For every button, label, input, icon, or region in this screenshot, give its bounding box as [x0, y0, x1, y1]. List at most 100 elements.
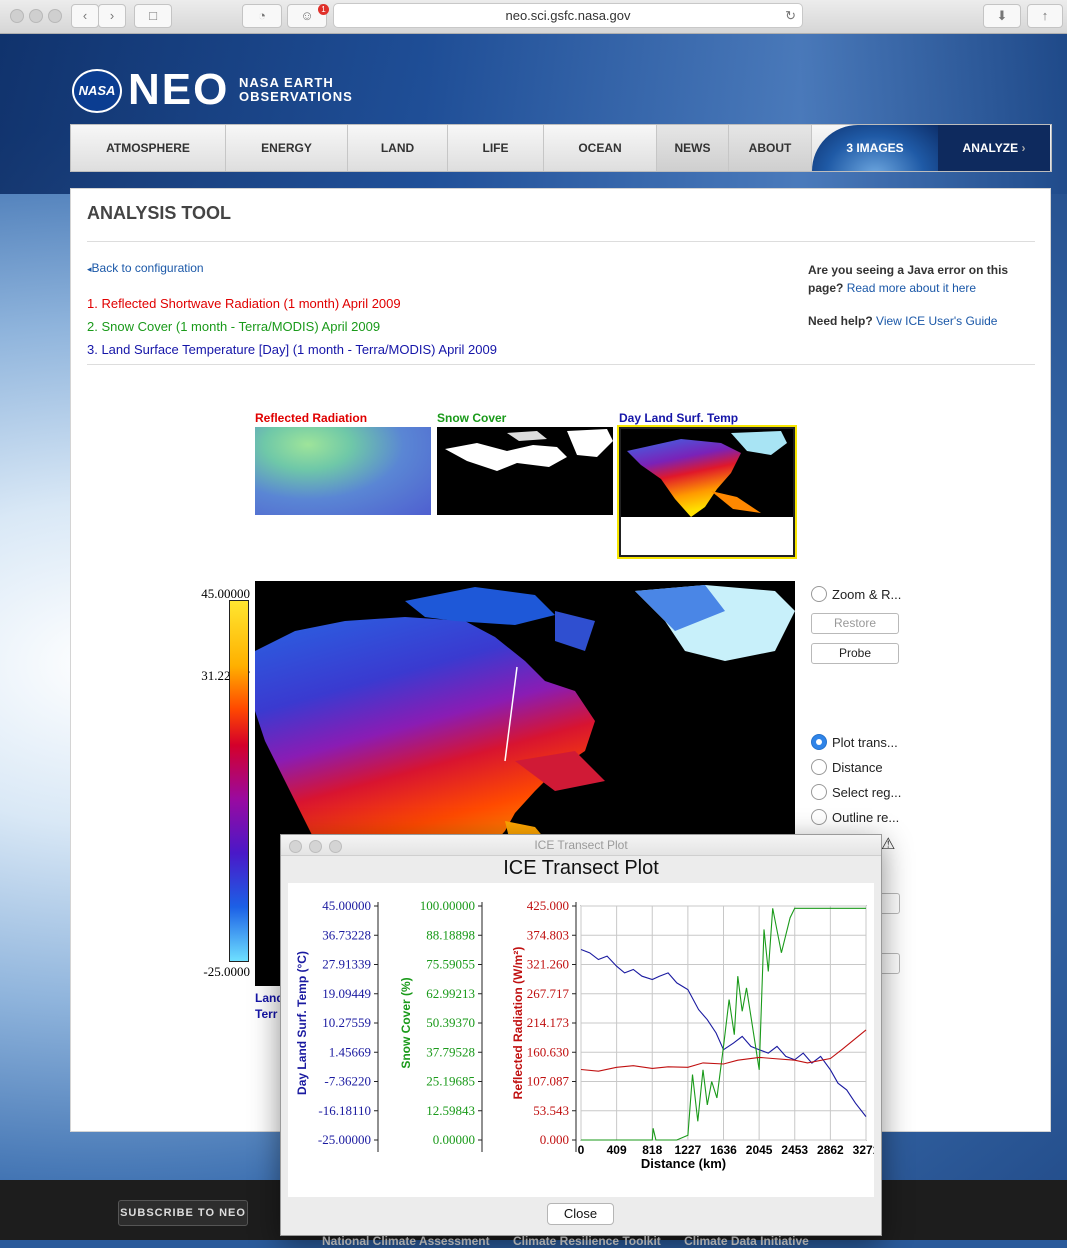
- select-region-radio[interactable]: [811, 784, 827, 800]
- dialog-window-title: ICE Transect Plot: [534, 838, 628, 852]
- share-icon[interactable]: ↑: [1027, 4, 1063, 28]
- x-tick-label: 2862: [817, 1143, 844, 1157]
- window-close-dot[interactable]: [10, 9, 24, 23]
- downloads-icon[interactable]: ⬇: [983, 4, 1021, 28]
- nav-land[interactable]: LAND: [348, 125, 448, 171]
- distance-radio[interactable]: [811, 759, 827, 775]
- transect-chart: 0 409 818 1227 1636 2045 2453 2862 3271 Distance …: [295, 898, 880, 1171]
- transect-plot-dialog: ICE Transect Plot ICE Transect Plot 0 409…: [280, 834, 882, 1236]
- temp-tick-label: -25.00000: [318, 1132, 371, 1147]
- temp-tick-label: 1.45669: [329, 1044, 371, 1059]
- tagline-line2: OBSERVATIONS: [239, 89, 353, 104]
- window-minimize-dot[interactable]: [29, 9, 43, 23]
- thumb-temp-selected[interactable]: [617, 425, 797, 559]
- divider: [87, 364, 1035, 365]
- x-tick-label: 1636: [710, 1143, 737, 1157]
- snow-axis-label: Snow Cover (%): [399, 977, 413, 1068]
- tagline-line1: NASA EARTH: [239, 75, 334, 90]
- select-region-label: Select reg...: [832, 785, 902, 800]
- nav-about[interactable]: ABOUT: [729, 125, 812, 171]
- nav-news[interactable]: NEWS: [657, 125, 729, 171]
- dataset-1-label: 1. Reflected Shortwave Radiation (1 mont…: [87, 296, 401, 311]
- nav-ocean[interactable]: OCEAN: [544, 125, 657, 171]
- x-tick-label: 0: [578, 1143, 585, 1157]
- thumb-label-radiation: Reflected Radiation: [255, 411, 368, 425]
- x-axis-label: Distance (km): [641, 1156, 726, 1171]
- help-question: Need help?: [808, 314, 873, 328]
- radiation-tick-label: 425.000: [527, 898, 569, 913]
- zoom-label: Zoom & R...: [832, 587, 902, 602]
- close-button[interactable]: Close: [547, 1203, 614, 1225]
- neo-wordmark[interactable]: NEO: [128, 65, 229, 115]
- reload-icon[interactable]: ↻: [785, 4, 796, 27]
- radiation-tick-label: 267.717: [527, 986, 570, 1001]
- neo-tagline: NASA EARTH OBSERVATIONS: [239, 76, 369, 104]
- temp-tick-label: -7.36220: [324, 1074, 371, 1089]
- nav-images[interactable]: 3 IMAGES: [812, 125, 938, 171]
- footer-link-crt[interactable]: Climate Resilience Toolkit: [513, 1234, 661, 1248]
- radiation-tick-label: 321.260: [527, 957, 569, 972]
- notification-badge: 1: [318, 4, 329, 15]
- back-arrow-icon[interactable]: ‹: [71, 4, 99, 28]
- main-nav: ATMOSPHERE ENERGY LAND LIFE OCEAN NEWS A…: [70, 124, 1052, 172]
- radiation-tick-label: 160.630: [527, 1044, 569, 1059]
- snow-tick-label: 62.99213: [426, 986, 475, 1001]
- radiation-tick-label: 214.173: [527, 1015, 569, 1030]
- back-link-label: Back to configuration: [91, 261, 204, 275]
- radiation-tick-label: 53.543: [533, 1103, 569, 1118]
- dialog-close-dot[interactable]: [289, 840, 302, 853]
- outline-region-label: Outline re...: [832, 810, 900, 825]
- temp-tick-label: 36.73228: [322, 927, 371, 942]
- thumb-label-snow: Snow Cover: [437, 411, 507, 425]
- dialog-zoom-dot[interactable]: [329, 840, 342, 853]
- plot-transect-radio[interactable]: [811, 734, 827, 750]
- help-text: Need help? View ICE User's Guide: [808, 314, 997, 328]
- temp-tick-label: 19.09449: [322, 986, 371, 1001]
- outline-region-radio[interactable]: [811, 809, 827, 825]
- java-readmore-link[interactable]: Read more about it here: [847, 281, 976, 295]
- snow-tick-label: 37.79528: [426, 1044, 475, 1059]
- temp-tick-label: 10.27559: [322, 1015, 371, 1030]
- back-to-config-link[interactable]: ◂Back to configuration: [87, 261, 204, 275]
- radiation-tick-label: 374.803: [527, 927, 569, 942]
- restore-button[interactable]: Restore: [811, 613, 899, 634]
- color-scale-bar: [229, 600, 249, 962]
- nav-life[interactable]: LIFE: [448, 125, 544, 171]
- x-tick-label: 409: [607, 1143, 627, 1157]
- zoom-radio[interactable]: [811, 586, 827, 602]
- thumb-snow-image[interactable]: [437, 427, 613, 515]
- dataset-2-label: 2. Snow Cover (1 month - Terra/MODIS) Ap…: [87, 319, 381, 334]
- snow-tick-label: 50.39370: [426, 1015, 475, 1030]
- footer-link-cdi[interactable]: Climate Data Initiative: [684, 1234, 809, 1248]
- page-title: ANALYSIS TOOL: [87, 203, 232, 223]
- forward-arrow-icon[interactable]: ›: [98, 4, 126, 28]
- window-zoom-dot[interactable]: [48, 9, 62, 23]
- nav-atmosphere[interactable]: ATMOSPHERE: [71, 125, 226, 171]
- footer-links: National Climate Assessment Climate Resi…: [322, 1234, 809, 1248]
- radiation-tick-label: 107.087: [527, 1074, 570, 1089]
- nasa-logo[interactable]: NASA: [72, 69, 122, 113]
- chevron-right-icon: ›: [1018, 141, 1026, 155]
- snow-tick-label: 12.59843: [426, 1103, 475, 1118]
- warning-icon: ⚠: [881, 836, 896, 853]
- nav-analyze-label: ANALYZE: [962, 141, 1019, 155]
- thumb-radiation-image[interactable]: [255, 427, 431, 515]
- nav-analyze[interactable]: ANALYZE ›: [938, 125, 1050, 171]
- dialog-titlebar[interactable]: ICE Transect Plot: [281, 835, 881, 856]
- subscribe-button[interactable]: SUBSCRIBE TO NEO: [118, 1200, 248, 1226]
- nav-energy[interactable]: ENERGY: [226, 125, 348, 171]
- radiation-tick-label: 0.000: [540, 1132, 569, 1147]
- users-guide-link[interactable]: View ICE User's Guide: [876, 314, 997, 328]
- temp-tick-label: 27.91339: [322, 957, 371, 972]
- java-help-text: Are you seeing a Java error on this page…: [808, 261, 1038, 297]
- java-question-line1: Are you seeing a Java error on this: [808, 263, 1009, 277]
- rss-icon[interactable]: ◔: [242, 4, 282, 28]
- url-bar[interactable]: neo.sci.gsfc.nasa.gov ↻: [333, 3, 803, 28]
- dataset-3-label: 3. Land Surface Temperature [Day] (1 mon…: [87, 342, 497, 357]
- dialog-minimize-dot[interactable]: [309, 840, 322, 853]
- probe-button[interactable]: Probe: [811, 643, 899, 664]
- footer-link-nca[interactable]: National Climate Assessment: [322, 1234, 490, 1248]
- snow-tick-label: 88.18898: [426, 927, 475, 942]
- url-text: neo.sci.gsfc.nasa.gov: [505, 8, 631, 23]
- sidebar-icon[interactable]: □: [134, 4, 172, 28]
